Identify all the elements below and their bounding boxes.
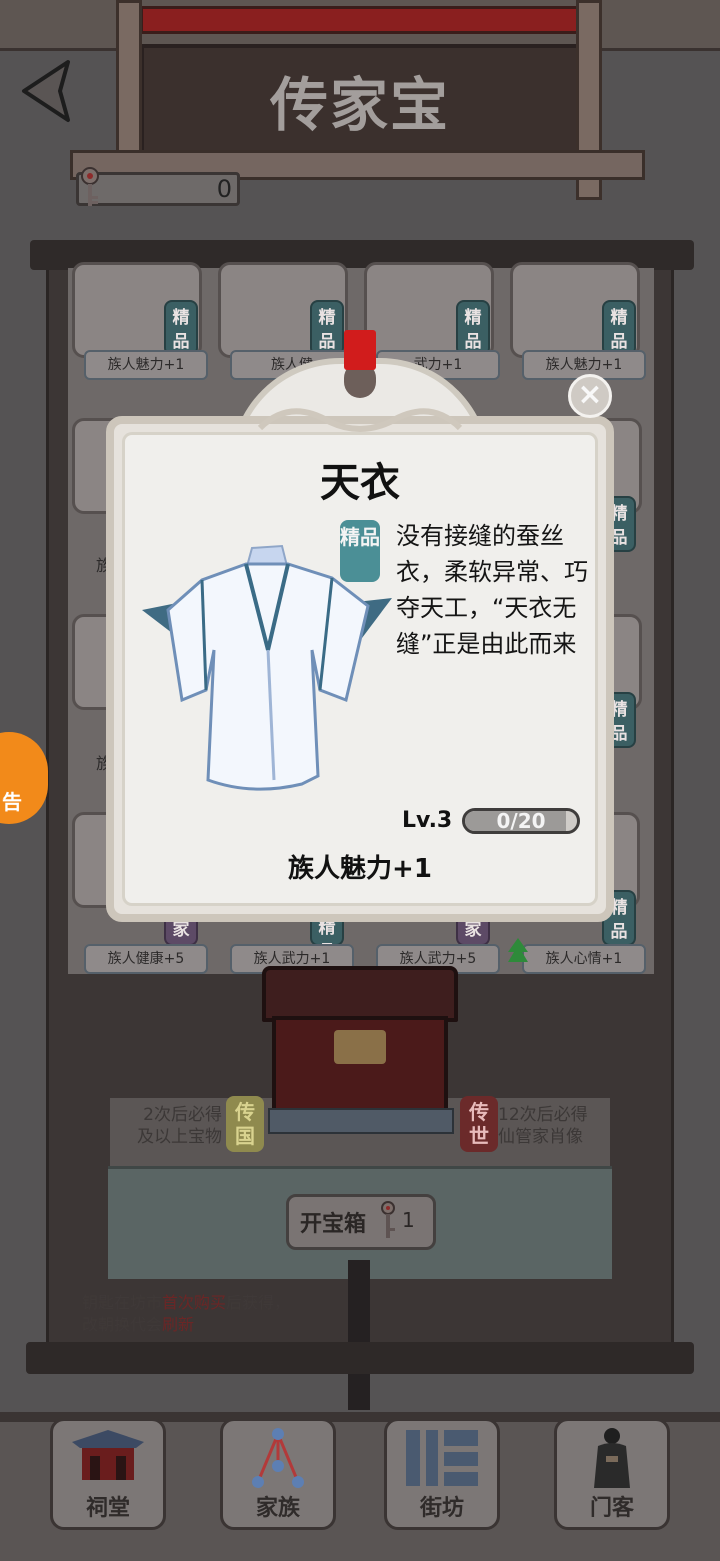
back-arrow-icon [22,60,70,122]
treasure-effect: 族人魅力+1 [288,854,432,884]
close-button[interactable]: × [568,374,612,418]
nav-shrine-label: 祠堂 [85,1496,130,1521]
ad-label: 告 [2,790,22,814]
chuanshi-badge: 传世 [460,1096,498,1152]
quality-tag: 精品 [310,300,344,356]
chest-base [268,1108,454,1134]
shrine-icon [72,1430,144,1480]
level-progress-text: 0/20 [496,809,546,833]
treasure-effect-label: 族人心情+1 [522,944,646,974]
tree-upgrade-icon [508,938,528,962]
treasure-level: Lv.3 [402,808,453,833]
page-title: 传家宝 [269,71,450,139]
quality-tag: 精品 [456,300,490,356]
quality-tag: 精品 [602,300,636,356]
nav-family-label: 家族 [255,1496,300,1521]
open-chest-label: 开宝箱 [300,1212,367,1237]
modal-hanger-pin [344,330,376,370]
treasure-effect-label: 族人魅力+1 [84,350,208,380]
treasure-chest-lid[interactable] [262,966,458,1022]
key-count-value: 0 [216,175,232,203]
chuanguo-badge: 传国 [226,1096,264,1152]
nav-retainer-label: 门客 [589,1496,634,1521]
chest-lock-icon [334,1030,386,1064]
treasure-description: 没有接缝的蚕丝衣，柔软异常、巧夺天工，“天衣无缝”正是由此而来 [396,522,588,658]
nav-street-label: 街坊 [419,1496,464,1521]
quality-tag: 精品 [164,300,198,356]
guarantee-text-right: 12次后必得 仙管家肖像 [498,1105,588,1147]
street-icon [406,1430,478,1486]
quality-tag-fine: 精品 [340,520,380,582]
header-red-trim [140,6,586,34]
back-button[interactable] [18,58,74,124]
close-icon: × [577,377,603,412]
treasure-effect-label: 族人健康+5 [84,944,208,974]
key-icon [381,1201,395,1238]
key-icon [81,167,99,206]
cabinet-bottom [26,1342,694,1374]
family-tree-icon [252,1428,304,1488]
open-chest-key-count: 1 [402,1208,415,1232]
retainer-icon [594,1428,630,1488]
guarantee-text-left: 2次后必得 及以上宝物 [137,1105,222,1147]
key-hint-text: 钥匙在坊市首次购买后获得， 改朝换代会刷新 [82,1293,291,1334]
treasure-name: 天衣 [320,460,400,506]
